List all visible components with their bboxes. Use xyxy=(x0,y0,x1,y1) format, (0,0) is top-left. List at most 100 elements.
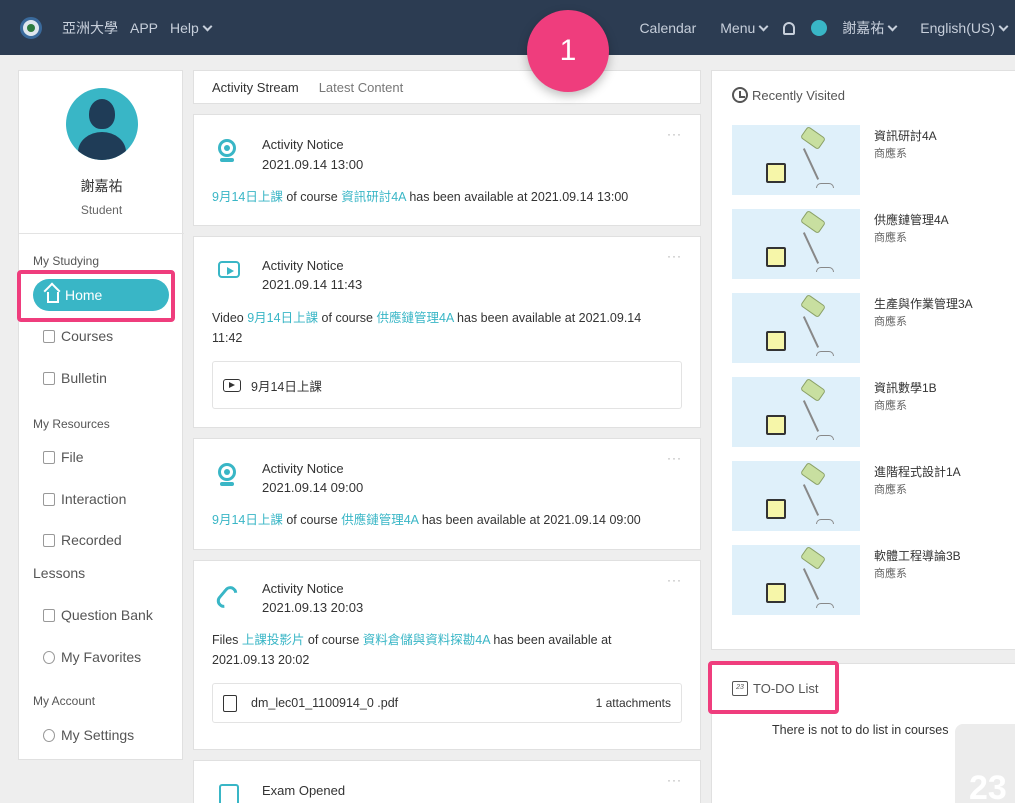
course-thumbnail[interactable] xyxy=(732,125,860,195)
lamp-icon xyxy=(799,209,827,235)
star-icon xyxy=(43,650,55,664)
location-icon-ring xyxy=(218,139,236,157)
more-options-icon[interactable]: ··· xyxy=(667,451,682,465)
user-menu[interactable]: 謝嘉祐 xyxy=(811,17,898,38)
bell-icon xyxy=(783,21,796,35)
exam-icon-shape xyxy=(219,784,239,803)
activity-card[interactable]: ··· Activity Notice 2021.09.14 13:00 9月1… xyxy=(193,114,701,226)
course-link[interactable]: 資料倉儲與資料探勘4A xyxy=(363,633,490,647)
activity-card[interactable]: ··· Activity Notice 2021.09.14 09:00 9月1… xyxy=(193,438,701,550)
sidebar-item-label: Interaction xyxy=(61,491,127,507)
card-text: has been available at 2021.09.14 09:00 xyxy=(418,513,641,527)
recently-visited-title: Recently Visited xyxy=(752,87,845,103)
recent-course-department: 商應系 xyxy=(874,400,907,412)
location-icon-base xyxy=(220,482,234,486)
notification-button[interactable] xyxy=(783,20,796,36)
lamp-stem xyxy=(802,568,820,600)
location-icon xyxy=(218,139,240,162)
feed-tabs: Activity Stream Latest Content xyxy=(193,70,701,104)
language-selector[interactable]: English(US) xyxy=(908,20,1009,36)
more-options-icon[interactable]: ··· xyxy=(667,127,682,141)
course-thumbnail[interactable] xyxy=(732,293,860,363)
sidebar-item-favorites[interactable]: My Favorites xyxy=(43,649,141,665)
card-text: of course xyxy=(318,311,377,325)
activity-card[interactable]: ··· Activity Notice 2021.09.14 11:43 Vid… xyxy=(193,236,701,428)
lamp-base xyxy=(816,267,834,272)
help-menu[interactable]: Help xyxy=(170,19,213,36)
app-link[interactable]: APP xyxy=(130,20,158,36)
recent-course-name[interactable]: 進階程式設計1A xyxy=(874,463,961,480)
recent-course-department: 商應系 xyxy=(874,568,907,580)
file-attachment[interactable]: dm_lec01_1100914_0 .pdf 1 attachments xyxy=(212,683,682,723)
sidebar-item-settings[interactable]: My Settings xyxy=(43,727,134,743)
course-link[interactable]: 供應鏈管理4A xyxy=(341,513,418,527)
school-name[interactable]: 亞洲大學 xyxy=(62,18,118,38)
sidebar-item-label: Question Bank xyxy=(61,607,153,623)
lamp-icon xyxy=(799,377,827,403)
pdf-icon xyxy=(223,694,237,712)
lamp-stem xyxy=(802,484,820,516)
course-link[interactable]: 資訊研討4A xyxy=(341,190,406,204)
card-body: Files 上課投影片 of course 資料倉儲與資料探勘4A has be… xyxy=(212,630,670,670)
more-options-icon[interactable]: ··· xyxy=(667,249,682,263)
help-label: Help xyxy=(170,19,199,36)
course-thumbnail[interactable] xyxy=(732,377,860,447)
activity-link[interactable]: 9月14日上課 xyxy=(247,311,318,325)
course-thumbnail[interactable] xyxy=(732,545,860,615)
todo-empty-message: There is not to do list in courses xyxy=(772,723,949,737)
video-attachment[interactable]: 9月14日上課 xyxy=(212,361,682,409)
menu-dropdown[interactable]: Menu xyxy=(708,20,769,36)
sidebar-item-interaction[interactable]: Interaction xyxy=(43,491,126,507)
card-title: Activity Notice xyxy=(262,137,344,152)
empty-calendar-icon: 23 xyxy=(955,724,1015,803)
activity-link[interactable]: 9月14日上課 xyxy=(212,513,283,527)
more-options-icon[interactable]: ··· xyxy=(667,773,682,787)
sidebar-item-courses[interactable]: Courses xyxy=(43,328,113,344)
lamp-icon xyxy=(799,461,827,487)
lamp-base xyxy=(816,435,834,440)
recent-course-name[interactable]: 生產與作業管理3A xyxy=(874,295,973,312)
calendar-link[interactable]: Calendar xyxy=(639,20,696,36)
location-icon xyxy=(218,463,240,486)
recent-course-department: 商應系 xyxy=(874,232,907,244)
book-icon xyxy=(766,331,786,351)
recent-course-name[interactable]: 資訊數學1B xyxy=(874,379,937,396)
sidebar-item-question-bank[interactable]: Question Bank xyxy=(43,607,153,623)
todo-highlight-frame xyxy=(708,661,839,714)
activity-link[interactable]: 9月14日上課 xyxy=(212,190,283,204)
recently-visited-header: Recently Visited xyxy=(732,87,845,103)
activity-link[interactable]: 上課投影片 xyxy=(242,633,305,647)
course-link[interactable]: 供應鏈管理4A xyxy=(376,311,453,325)
chevron-down-icon xyxy=(887,21,898,32)
activity-card[interactable]: ··· Activity Notice 2021.09.13 20:03 Fil… xyxy=(193,560,701,750)
avatar[interactable] xyxy=(66,88,138,160)
activity-card[interactable]: ··· Exam Opened xyxy=(193,760,701,803)
more-options-icon[interactable]: ··· xyxy=(667,573,682,587)
recent-course-name[interactable]: 供應鏈管理4A xyxy=(874,211,949,228)
course-thumbnail[interactable] xyxy=(732,209,860,279)
play-icon xyxy=(227,267,234,275)
sidebar-item-recorded-lessons[interactable]: Recorded xyxy=(43,532,122,548)
sidebar-item-bulletin[interactable]: Bulletin xyxy=(43,370,107,386)
lamp-icon xyxy=(799,293,827,319)
sidebar-item-label: Bulletin xyxy=(61,370,107,386)
tab-activity-stream[interactable]: Activity Stream xyxy=(212,80,299,95)
recent-course-name[interactable]: 資訊研討4A xyxy=(874,127,937,144)
recent-course-name[interactable]: 軟體工程導論3B xyxy=(874,547,961,564)
card-body: 9月14日上課 of course 供應鏈管理4A has been avail… xyxy=(212,510,670,530)
university-logo-icon[interactable] xyxy=(20,16,42,39)
card-text: of course xyxy=(304,633,363,647)
card-text: of course xyxy=(282,513,342,527)
file-icon xyxy=(43,450,55,464)
sidebar-item-label-continued[interactable]: Lessons xyxy=(33,565,85,581)
section-my-account: My Account xyxy=(33,694,96,708)
tab-latest-content[interactable]: Latest Content xyxy=(319,80,404,95)
sidebar-item-label: File xyxy=(61,449,84,465)
video-title: 9月14日上課 xyxy=(251,379,322,394)
recently-visited-panel: Recently Visited 資訊研討4A 商應系 供應鏈管理4A 商應系 生產與作… xyxy=(711,70,1015,650)
card-title: Activity Notice xyxy=(262,258,344,273)
card-body: Video 9月14日上課 of course 供應鏈管理4A has been… xyxy=(212,308,670,348)
course-thumbnail[interactable] xyxy=(732,461,860,531)
sidebar-item-file[interactable]: File xyxy=(43,449,84,465)
lamp-stem xyxy=(802,148,820,180)
